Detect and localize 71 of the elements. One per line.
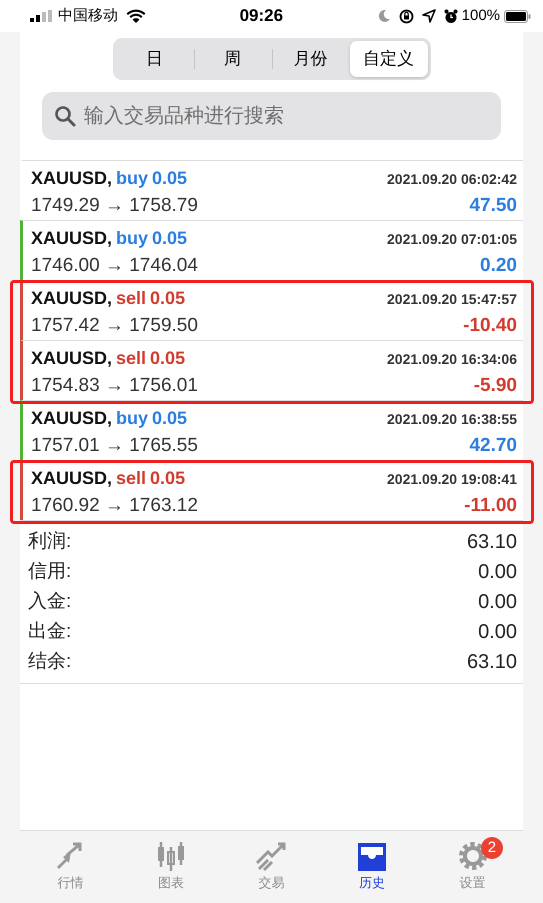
summary-label: 利润: bbox=[28, 530, 72, 554]
trade-time: 2021.09.20 06:02:42 bbox=[387, 170, 517, 189]
order-side-label: buy bbox=[116, 227, 148, 250]
symbol-label: XAUUSD, bbox=[31, 167, 112, 190]
summary-value: 0.00 bbox=[478, 620, 517, 645]
moon-icon bbox=[376, 9, 391, 23]
trade-row[interactable]: XAUUSD, sell 0.05 2021.09.20 19:08:41 1760.92 → 1763.12 -11.00 bbox=[20, 460, 523, 520]
trade-time: 2021.09.20 16:38:55 bbox=[387, 410, 517, 429]
volume-label: 0.05 bbox=[152, 227, 188, 250]
summary-label: 出金: bbox=[28, 620, 72, 644]
summary-value: 0.00 bbox=[478, 590, 517, 615]
price-range: 1760.92 → 1763.12 bbox=[31, 494, 198, 518]
volume-label: 0.05 bbox=[150, 287, 186, 310]
summary-label: 信用: bbox=[28, 560, 72, 584]
profit-value: -11.00 bbox=[464, 494, 517, 518]
price-range: 1757.42 → 1759.50 bbox=[31, 314, 198, 338]
profit-value: -5.90 bbox=[474, 374, 517, 398]
symbol-label: XAUUSD, bbox=[31, 227, 112, 250]
price-range: 1746.00 → 1746.04 bbox=[31, 254, 198, 278]
notification-count: 2 bbox=[480, 837, 503, 859]
order-side-label: sell bbox=[116, 347, 146, 370]
order-side-label: buy bbox=[116, 167, 148, 190]
profit-value: 0.20 bbox=[480, 254, 517, 278]
alarm-clock-icon bbox=[444, 8, 458, 24]
trade-time: 2021.09.20 07:01:05 bbox=[387, 230, 517, 249]
signal-icon bbox=[30, 10, 54, 22]
symbol-label: XAUUSD, bbox=[31, 407, 112, 430]
trade-time: 2021.09.20 15:47:57 bbox=[387, 290, 517, 309]
trade-time: 2021.09.20 19:08:41 bbox=[387, 470, 517, 489]
summary-value: 63.10 bbox=[466, 530, 517, 555]
period-tab[interactable]: 自定义 bbox=[350, 41, 428, 77]
order-side-label: sell bbox=[116, 467, 146, 490]
profit-value: 42.70 bbox=[469, 434, 517, 458]
profit-value: -10.40 bbox=[463, 314, 517, 338]
symbol-label: XAUUSD, bbox=[31, 347, 112, 370]
search-icon bbox=[54, 105, 76, 127]
period-tab[interactable]: 日 bbox=[116, 41, 194, 77]
order-side-label: buy bbox=[116, 407, 148, 430]
location-arrow-icon bbox=[422, 9, 436, 23]
clock-time: 09:26 bbox=[240, 5, 284, 28]
rotation-lock-icon bbox=[398, 8, 414, 24]
symbol-label: XAUUSD, bbox=[31, 467, 112, 490]
battery-percentage: 100% bbox=[462, 6, 500, 26]
trade-row[interactable]: XAUUSD, buy 0.05 2021.09.20 16:38:55 1757.01 → 1765.55 42.70 bbox=[20, 400, 523, 460]
volume-label: 0.05 bbox=[150, 467, 186, 490]
summary-value: 63.10 bbox=[466, 650, 517, 675]
volume-label: 0.05 bbox=[152, 407, 188, 430]
battery-icon bbox=[504, 10, 532, 22]
profit-value: 47.50 bbox=[469, 194, 517, 218]
trade-row[interactable]: XAUUSD, buy 0.05 2021.09.20 06:02:42 1749.29 → 1758.79 47.50 bbox=[20, 160, 523, 220]
period-tab[interactable]: 月份 bbox=[272, 41, 350, 77]
search-field[interactable]: 输入交易品种进行搜索 bbox=[42, 92, 501, 140]
summary-value: 0.00 bbox=[478, 560, 517, 585]
carrier-name: 中国移动 bbox=[58, 6, 118, 26]
tab-bar-item[interactable]: 历史 bbox=[322, 831, 422, 903]
summary-label: 入金: bbox=[28, 590, 72, 614]
volume-label: 0.05 bbox=[150, 347, 186, 370]
trade-row[interactable]: XAUUSD, sell 0.05 2021.09.20 16:34:06 1754.83 → 1756.01 -5.90 bbox=[20, 340, 523, 400]
tab-bar-item[interactable]: 设置 2 bbox=[422, 831, 523, 903]
wifi-icon bbox=[126, 9, 146, 23]
order-side-label: sell bbox=[116, 287, 146, 310]
price-range: 1757.01 → 1765.55 bbox=[31, 434, 198, 458]
price-range: 1754.83 → 1756.01 bbox=[31, 374, 198, 398]
trade-row[interactable]: XAUUSD, sell 0.05 2021.09.20 15:47:57 1757.42 → 1759.50 -10.40 bbox=[20, 280, 523, 340]
price-range: 1749.29 → 1758.79 bbox=[31, 194, 198, 218]
symbol-label: XAUUSD, bbox=[31, 287, 112, 310]
period-tab[interactable]: 周 bbox=[194, 41, 272, 77]
volume-label: 0.05 bbox=[152, 167, 188, 190]
trade-row[interactable]: XAUUSD, buy 0.05 2021.09.20 07:01:05 1746.00 → 1746.04 0.20 bbox=[20, 220, 523, 280]
trade-time: 2021.09.20 16:34:06 bbox=[387, 350, 517, 369]
summary-label: 结余: bbox=[28, 650, 72, 674]
